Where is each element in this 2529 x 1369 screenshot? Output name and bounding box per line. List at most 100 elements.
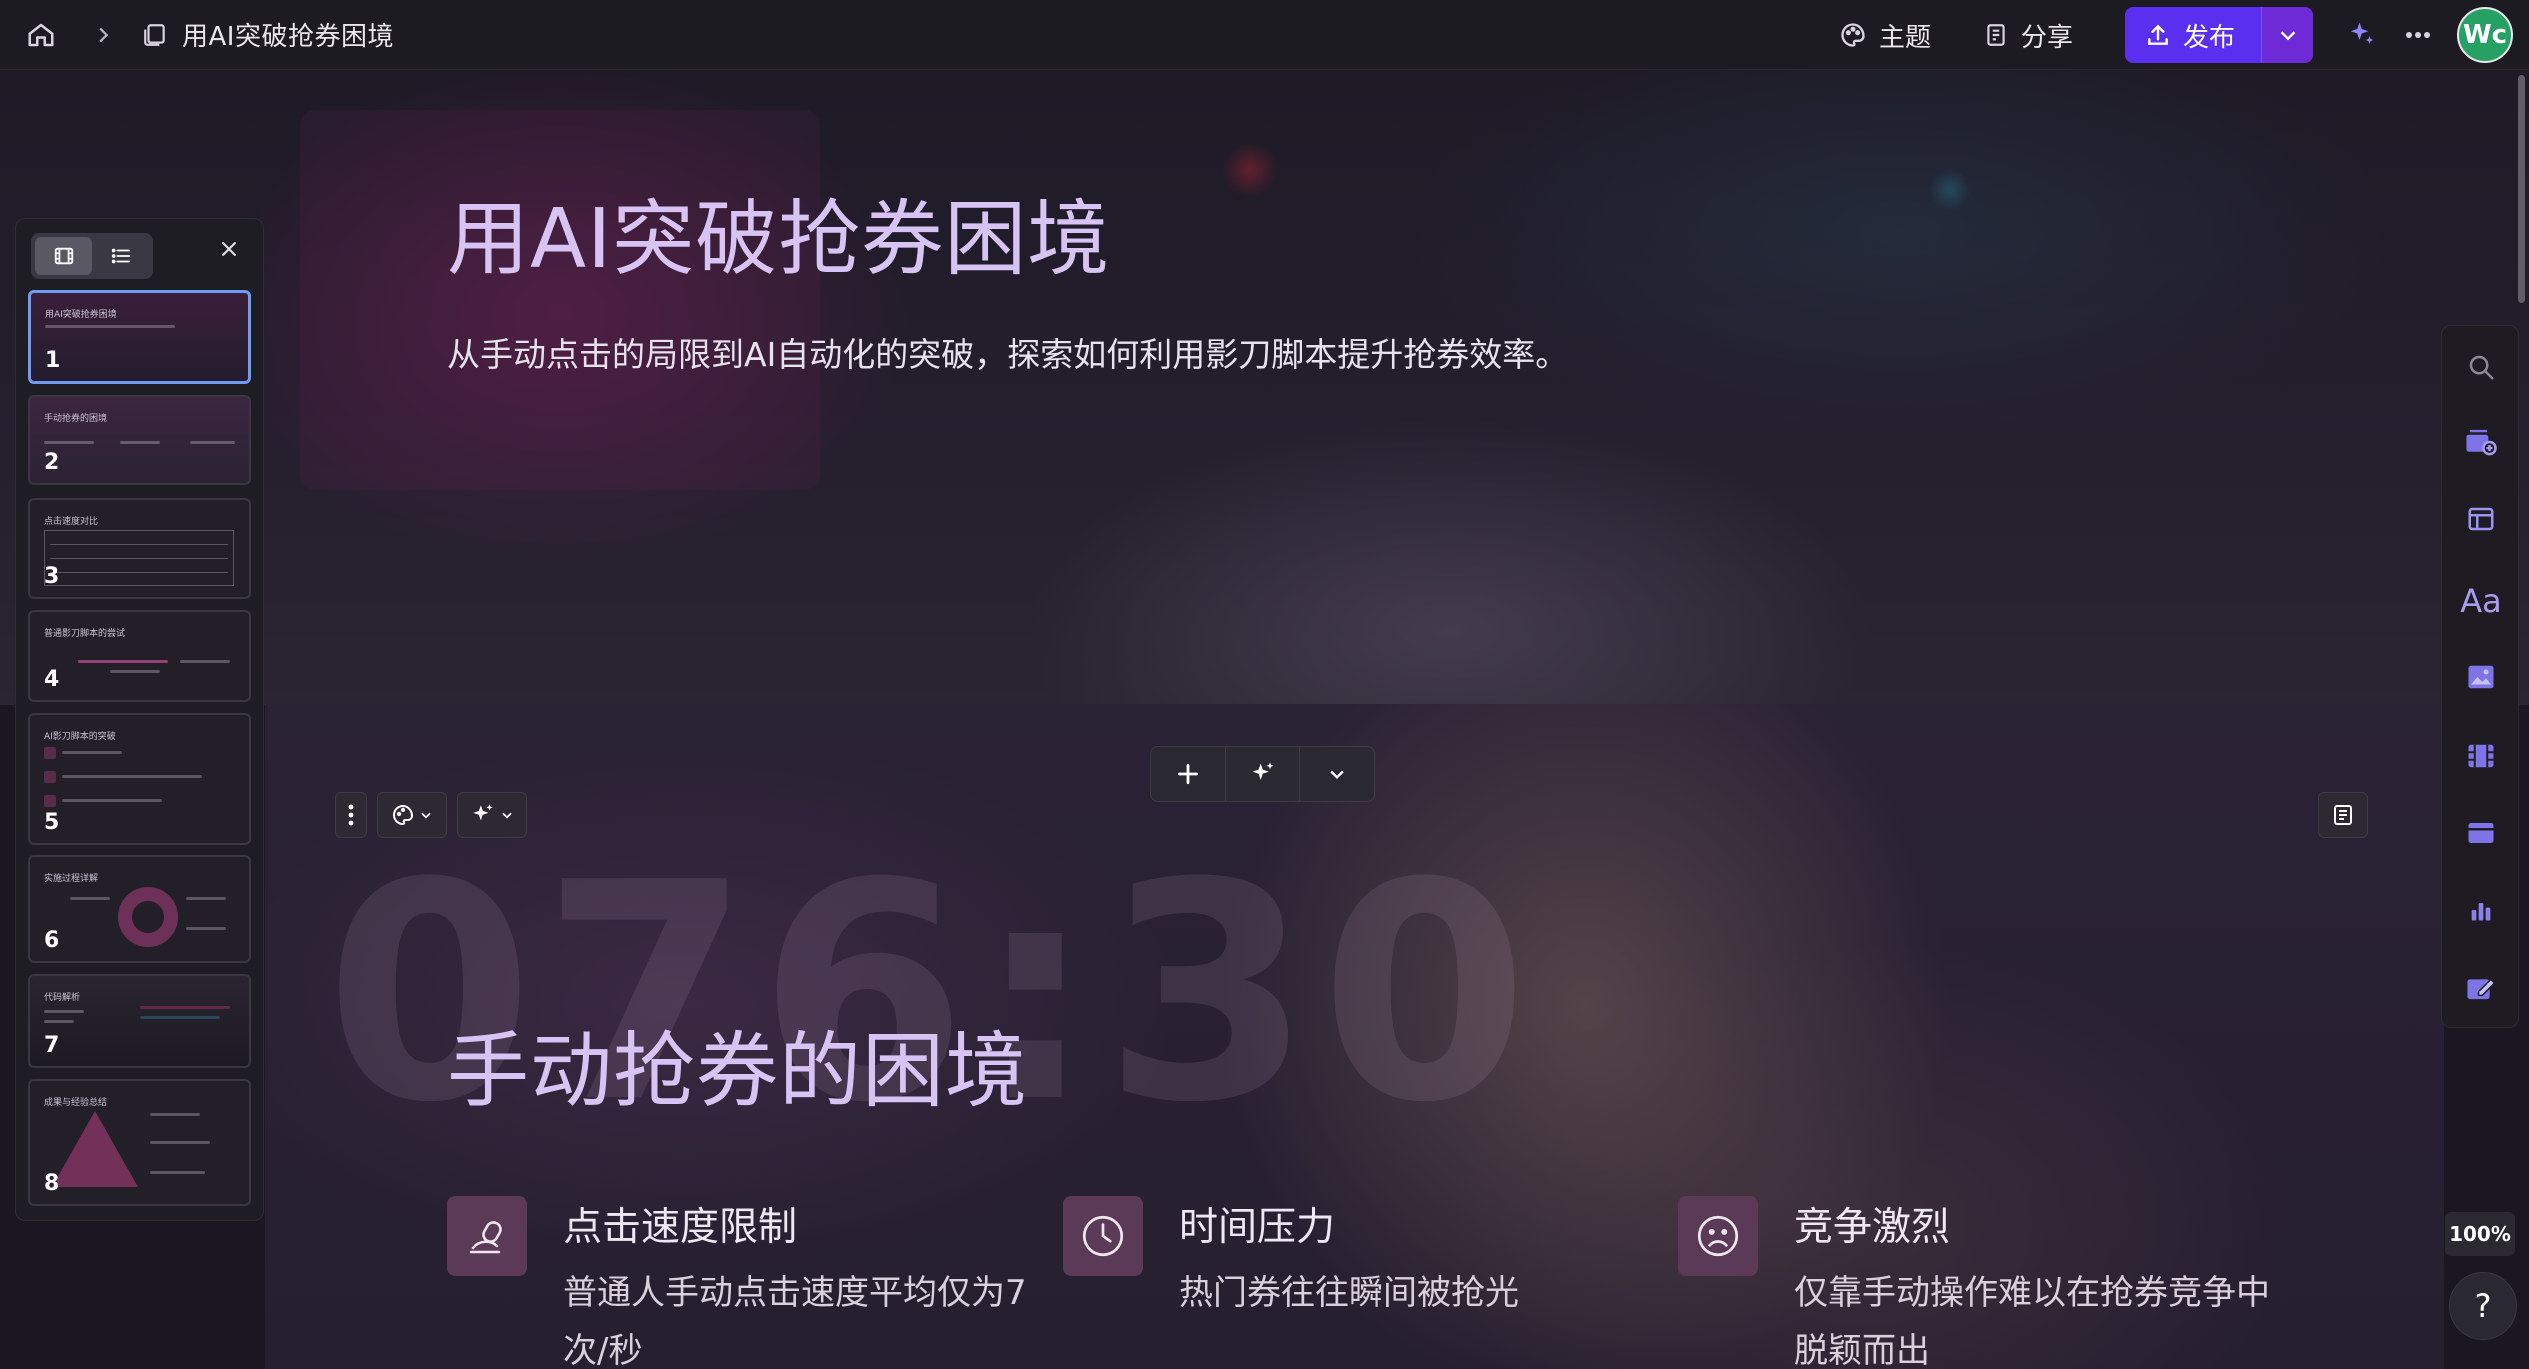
plus-icon xyxy=(1175,761,1201,787)
view-mode-toggle xyxy=(31,233,153,279)
thumbnail-title: 普通影刀脚本的尝试 xyxy=(44,629,126,639)
close-icon[interactable] xyxy=(219,239,239,259)
ai-generate-slide-button[interactable] xyxy=(1226,747,1301,801)
share-label: 分享 xyxy=(2020,22,2073,53)
slide-thumbnail[interactable]: 点击速度对比 3 xyxy=(28,498,251,599)
search-icon xyxy=(2466,352,2496,382)
slide-ai-button[interactable] xyxy=(457,792,527,838)
slide-thumbnail[interactable]: 成果与经验总结 8 xyxy=(28,1079,251,1206)
zoom-level-button[interactable]: 100% xyxy=(2445,1212,2515,1256)
slide-2-title[interactable]: 手动抢券的困境 xyxy=(447,1004,1028,1123)
upload-icon xyxy=(2145,22,2171,48)
chevron-down-icon xyxy=(1327,764,1347,784)
feature-heading: 点击速度限制 xyxy=(563,1205,798,1250)
slide-thumbnail[interactable]: 手动抢券的困境 2 xyxy=(28,395,251,485)
feature-card[interactable]: 时间压力 热门券往往瞬间被抢光 xyxy=(1063,1196,1519,1322)
pyramid-graphic xyxy=(52,1111,138,1187)
thumbnail-title: 手动抢券的困境 xyxy=(44,414,108,424)
add-slide-button[interactable] xyxy=(1151,747,1226,801)
thumbnail-panel-header xyxy=(16,219,263,291)
thumbnail-number: 6 xyxy=(44,928,60,953)
top-bar: 用AI突破抢券困境 主题 分享 发布 Wc xyxy=(0,0,2529,70)
feature-description: 普通人手动点击速度平均仅为7次/秒 xyxy=(563,1273,1027,1369)
thumbnail-number: 1 xyxy=(45,348,61,373)
publish-options-button[interactable] xyxy=(2261,7,2313,63)
slide-thumbnail[interactable]: 实施过程详解 6 xyxy=(28,855,251,963)
insert-slide-toolbar xyxy=(1150,746,1375,802)
chevron-down-icon xyxy=(2277,24,2299,46)
app: 用AI突破抢券困境 主题 分享 发布 Wc 用AI突破抢券困境 从手动点击的局限… xyxy=(0,0,2529,1369)
feature-description: 仅靠手动操作难以在抢券竞争中脱颖而出 xyxy=(1794,1273,2270,1369)
chevron-down-icon xyxy=(419,808,433,822)
text-style-button[interactable]: Aa xyxy=(2442,576,2520,626)
bar-chart-icon xyxy=(2467,896,2495,924)
edit-button[interactable] xyxy=(2442,963,2520,1013)
image-button[interactable] xyxy=(2442,652,2520,702)
ai-sparkle-icon xyxy=(470,802,496,828)
video-button[interactable] xyxy=(2442,731,2520,781)
slide-thumbnail[interactable]: 普通影刀脚本的尝试 4 xyxy=(28,610,251,702)
slide-1[interactable]: 用AI突破抢券困境 从手动点击的局限到AI自动化的突破，探索如何利用影刀脚本提升… xyxy=(0,70,2529,705)
slide-style-button[interactable] xyxy=(377,792,447,838)
thumbnail-title: AI影刀脚本的突破 xyxy=(44,732,116,742)
slide-thumbnail-panel: 用AI突破抢券困境 1 手动抢券的困境 2 点击速度对比 3 普通影刀脚本的尝试… xyxy=(15,218,264,1221)
feature-card[interactable]: 竞争激烈 仅靠手动操作难以在抢券竞争中脱颖而出 xyxy=(1678,1196,2274,1369)
slide-thumbnail[interactable]: 用AI突破抢券困境 1 xyxy=(28,290,251,384)
ai-sparkle-icon xyxy=(1249,760,1277,788)
sad-face-icon xyxy=(1678,1196,1758,1276)
edit-pen-icon xyxy=(2465,973,2497,1003)
thumbnail-number: 7 xyxy=(44,1033,60,1058)
chart-button[interactable] xyxy=(2442,885,2520,935)
thumbnail-title: 实施过程详解 xyxy=(44,874,99,884)
home-icon[interactable] xyxy=(26,20,56,50)
feature-description: 热门券往往瞬间被抢光 xyxy=(1179,1273,1519,1313)
vertical-scrollbar[interactable] xyxy=(2518,75,2525,303)
outline-view-button[interactable] xyxy=(92,237,149,275)
feature-card[interactable]: 点击速度限制 普通人手动点击速度平均仅为7次/秒 xyxy=(447,1196,1033,1369)
document-title[interactable]: 用AI突破抢券困境 xyxy=(182,16,394,53)
thumbnail-number: 8 xyxy=(44,1171,60,1196)
share-button[interactable]: 分享 xyxy=(1983,17,2073,54)
ai-sparkle-icon[interactable] xyxy=(2347,20,2377,50)
more-options-icon[interactable] xyxy=(2405,31,2431,39)
thumbnail-title: 代码解析 xyxy=(44,993,81,1003)
notes-icon xyxy=(2331,803,2355,827)
chevron-right-icon xyxy=(92,24,114,46)
slide-menu-button[interactable] xyxy=(335,792,367,838)
user-avatar[interactable]: Wc xyxy=(2457,7,2513,63)
slide-thumbnail[interactable]: 代码解析 7 xyxy=(28,974,251,1068)
thumbnail-view-button[interactable] xyxy=(35,237,92,275)
slide-tools xyxy=(335,792,527,838)
help-button[interactable]: ? xyxy=(2449,1272,2517,1340)
text-style-icon: Aa xyxy=(2460,582,2502,620)
speaker-notes-button[interactable] xyxy=(2318,792,2368,838)
search-button[interactable] xyxy=(2442,342,2520,392)
palette-icon xyxy=(391,803,415,827)
slide-1-subtitle[interactable]: 从手动点击的局限到AI自动化的突破，探索如何利用影刀脚本提升抢券效率。 xyxy=(447,328,1568,376)
image-icon xyxy=(2466,663,2496,691)
palette-icon xyxy=(1839,21,1867,49)
card-icon xyxy=(2466,820,2496,846)
feature-heading: 竞争激烈 xyxy=(1794,1205,1951,1250)
slide-1-title[interactable]: 用AI突破抢券困境 xyxy=(447,172,1110,291)
background-image-decoration xyxy=(300,110,820,490)
slides-canvas: 用AI突破抢券困境 从手动点击的局限到AI自动化的突破，探索如何利用影刀脚本提升… xyxy=(0,70,2529,1369)
thumbnail-title: 成果与经验总结 xyxy=(44,1098,108,1108)
layout-button[interactable] xyxy=(2442,494,2520,544)
list-icon xyxy=(110,245,132,267)
insert-options-button[interactable] xyxy=(1300,747,1374,801)
publish-button[interactable]: 发布 xyxy=(2124,7,2261,63)
slide-2[interactable]: 076:30 手动抢券的困境 点击速度限制 普通人手动点击速度平均仅为7次/秒 … xyxy=(265,704,2444,1369)
thumbnail-title: 用AI突破抢券困境 xyxy=(45,310,117,320)
clock-icon xyxy=(1063,1196,1143,1276)
thumbnail-number: 3 xyxy=(44,564,60,589)
theme-button[interactable]: 主题 xyxy=(1839,17,1931,54)
chevron-down-icon xyxy=(500,808,514,822)
thumbnail-number: 2 xyxy=(44,450,60,475)
add-card-button[interactable] xyxy=(2442,417,2520,467)
card-block-button[interactable] xyxy=(2442,808,2520,858)
slide-thumbnail[interactable]: AI影刀脚本的突破 5 xyxy=(28,713,251,845)
layout-icon xyxy=(2466,504,2496,534)
slides-doc-icon xyxy=(142,22,168,48)
thumbnail-title: 点击速度对比 xyxy=(44,517,99,527)
